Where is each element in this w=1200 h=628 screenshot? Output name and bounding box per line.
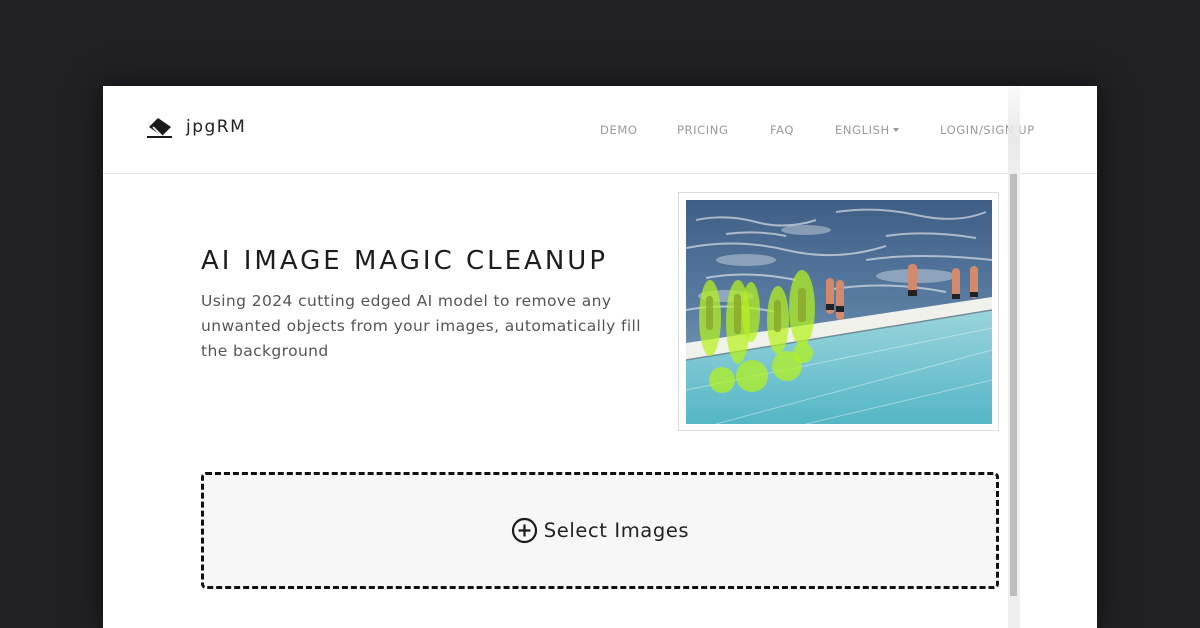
app-window: jpgRM DEMO PRICING FAQ ENGLISH LOGIN/SIG… <box>103 86 1097 628</box>
nav-language-dropdown[interactable]: ENGLISH <box>835 123 899 137</box>
nav-demo-link[interactable]: DEMO <box>600 123 638 137</box>
vertical-scrollbar[interactable] <box>1008 174 1020 628</box>
plus-circle-icon <box>511 517 537 544</box>
caret-down-icon <box>892 128 899 132</box>
hero-description: Using 2024 cutting edged AI model to rem… <box>201 292 641 360</box>
select-images-label: Select Images <box>543 519 690 542</box>
scrollbar-thumb[interactable] <box>1010 174 1017 596</box>
nav-pricing-link[interactable]: PRICING <box>677 123 728 137</box>
brand-logo[interactable]: jpgRM <box>146 116 246 138</box>
demo-image-frame <box>678 192 999 431</box>
brand-name: jpgRM <box>186 117 247 137</box>
language-label: ENGLISH <box>835 123 890 137</box>
navbar: jpgRM DEMO PRICING FAQ ENGLISH LOGIN/SIG… <box>103 86 1097 174</box>
select-images-dropzone[interactable]: Select Images <box>201 472 999 589</box>
eraser-icon <box>147 118 172 138</box>
scrollbar-top-fade <box>1008 86 1020 174</box>
nav-faq-link[interactable]: FAQ <box>770 123 794 137</box>
hero-title: AI IMAGE MAGIC CLEANUP <box>201 246 608 276</box>
demo-image <box>686 200 992 424</box>
nav-login-link[interactable]: LOGIN/SIGN UP <box>940 123 1035 137</box>
